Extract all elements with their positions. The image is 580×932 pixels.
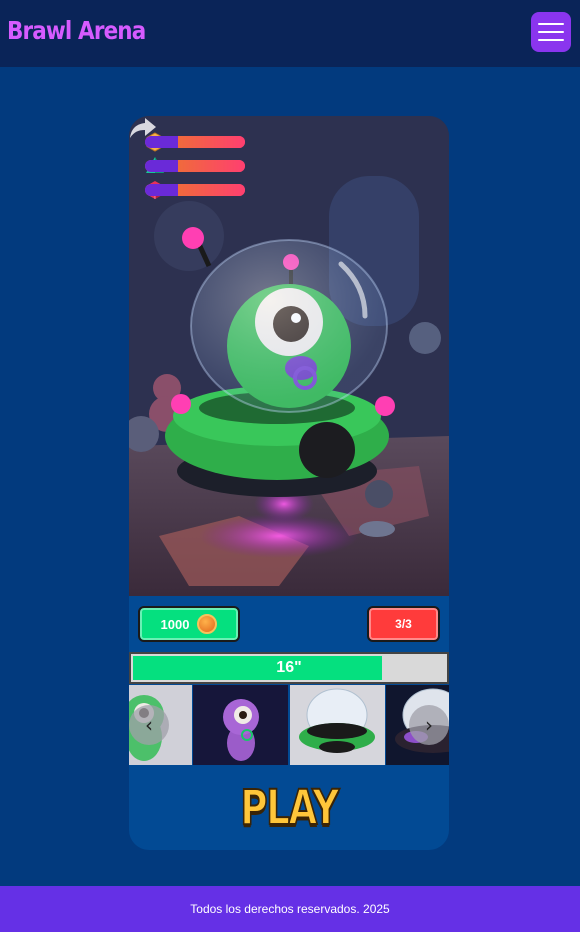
timer-bar: 16" xyxy=(129,652,449,684)
character-image xyxy=(129,116,449,596)
lives-counter: 3/3 xyxy=(367,606,440,642)
stat-bar-remainder xyxy=(178,184,245,196)
copyright-text: Todos los derechos reservados. 2025 xyxy=(190,902,390,916)
purple-alien-thumbnail[interactable] xyxy=(193,685,288,765)
top-navbar: Brawl Arena xyxy=(0,0,580,67)
coin-count: 1000 xyxy=(160,616,190,632)
chevron-left-icon: ‹ xyxy=(145,713,153,737)
stat-bar xyxy=(145,184,245,196)
stat-bar-remainder xyxy=(178,136,245,148)
menu-button[interactable] xyxy=(531,12,571,52)
character-carousel: ‹ › xyxy=(129,685,449,765)
hamburger-menu-icon xyxy=(538,23,564,25)
timer-label: 16" xyxy=(276,659,302,676)
stat-row xyxy=(145,132,245,152)
footer: Todos los derechos reservados. 2025 xyxy=(0,886,580,932)
play-button[interactable]: PLAY xyxy=(239,779,340,837)
stat-row xyxy=(145,156,245,176)
stat-row xyxy=(145,180,245,200)
share-arrow-icon[interactable] xyxy=(129,116,157,140)
carousel-prev-button[interactable]: ‹ xyxy=(129,705,169,745)
stat-bar-remainder xyxy=(178,160,245,172)
game-card: 1000 3/3 16" ‹ › PLAY xyxy=(129,116,449,850)
stat-bar xyxy=(145,136,245,148)
carousel-next-button[interactable]: › xyxy=(409,705,449,745)
lives-value: 3/3 xyxy=(395,617,412,631)
stat-bar xyxy=(145,160,245,172)
brand-title[interactable]: Brawl Arena xyxy=(7,16,146,45)
stat-bar-fill xyxy=(145,160,178,172)
chevron-right-icon: › xyxy=(425,713,433,737)
stat-bar-fill xyxy=(145,184,178,196)
coin-icon xyxy=(197,614,218,634)
coin-balance: 1000 xyxy=(138,606,240,642)
hamburger-line xyxy=(538,39,564,41)
green-ufo-thumbnail[interactable] xyxy=(290,685,385,765)
hamburger-line xyxy=(538,31,564,33)
